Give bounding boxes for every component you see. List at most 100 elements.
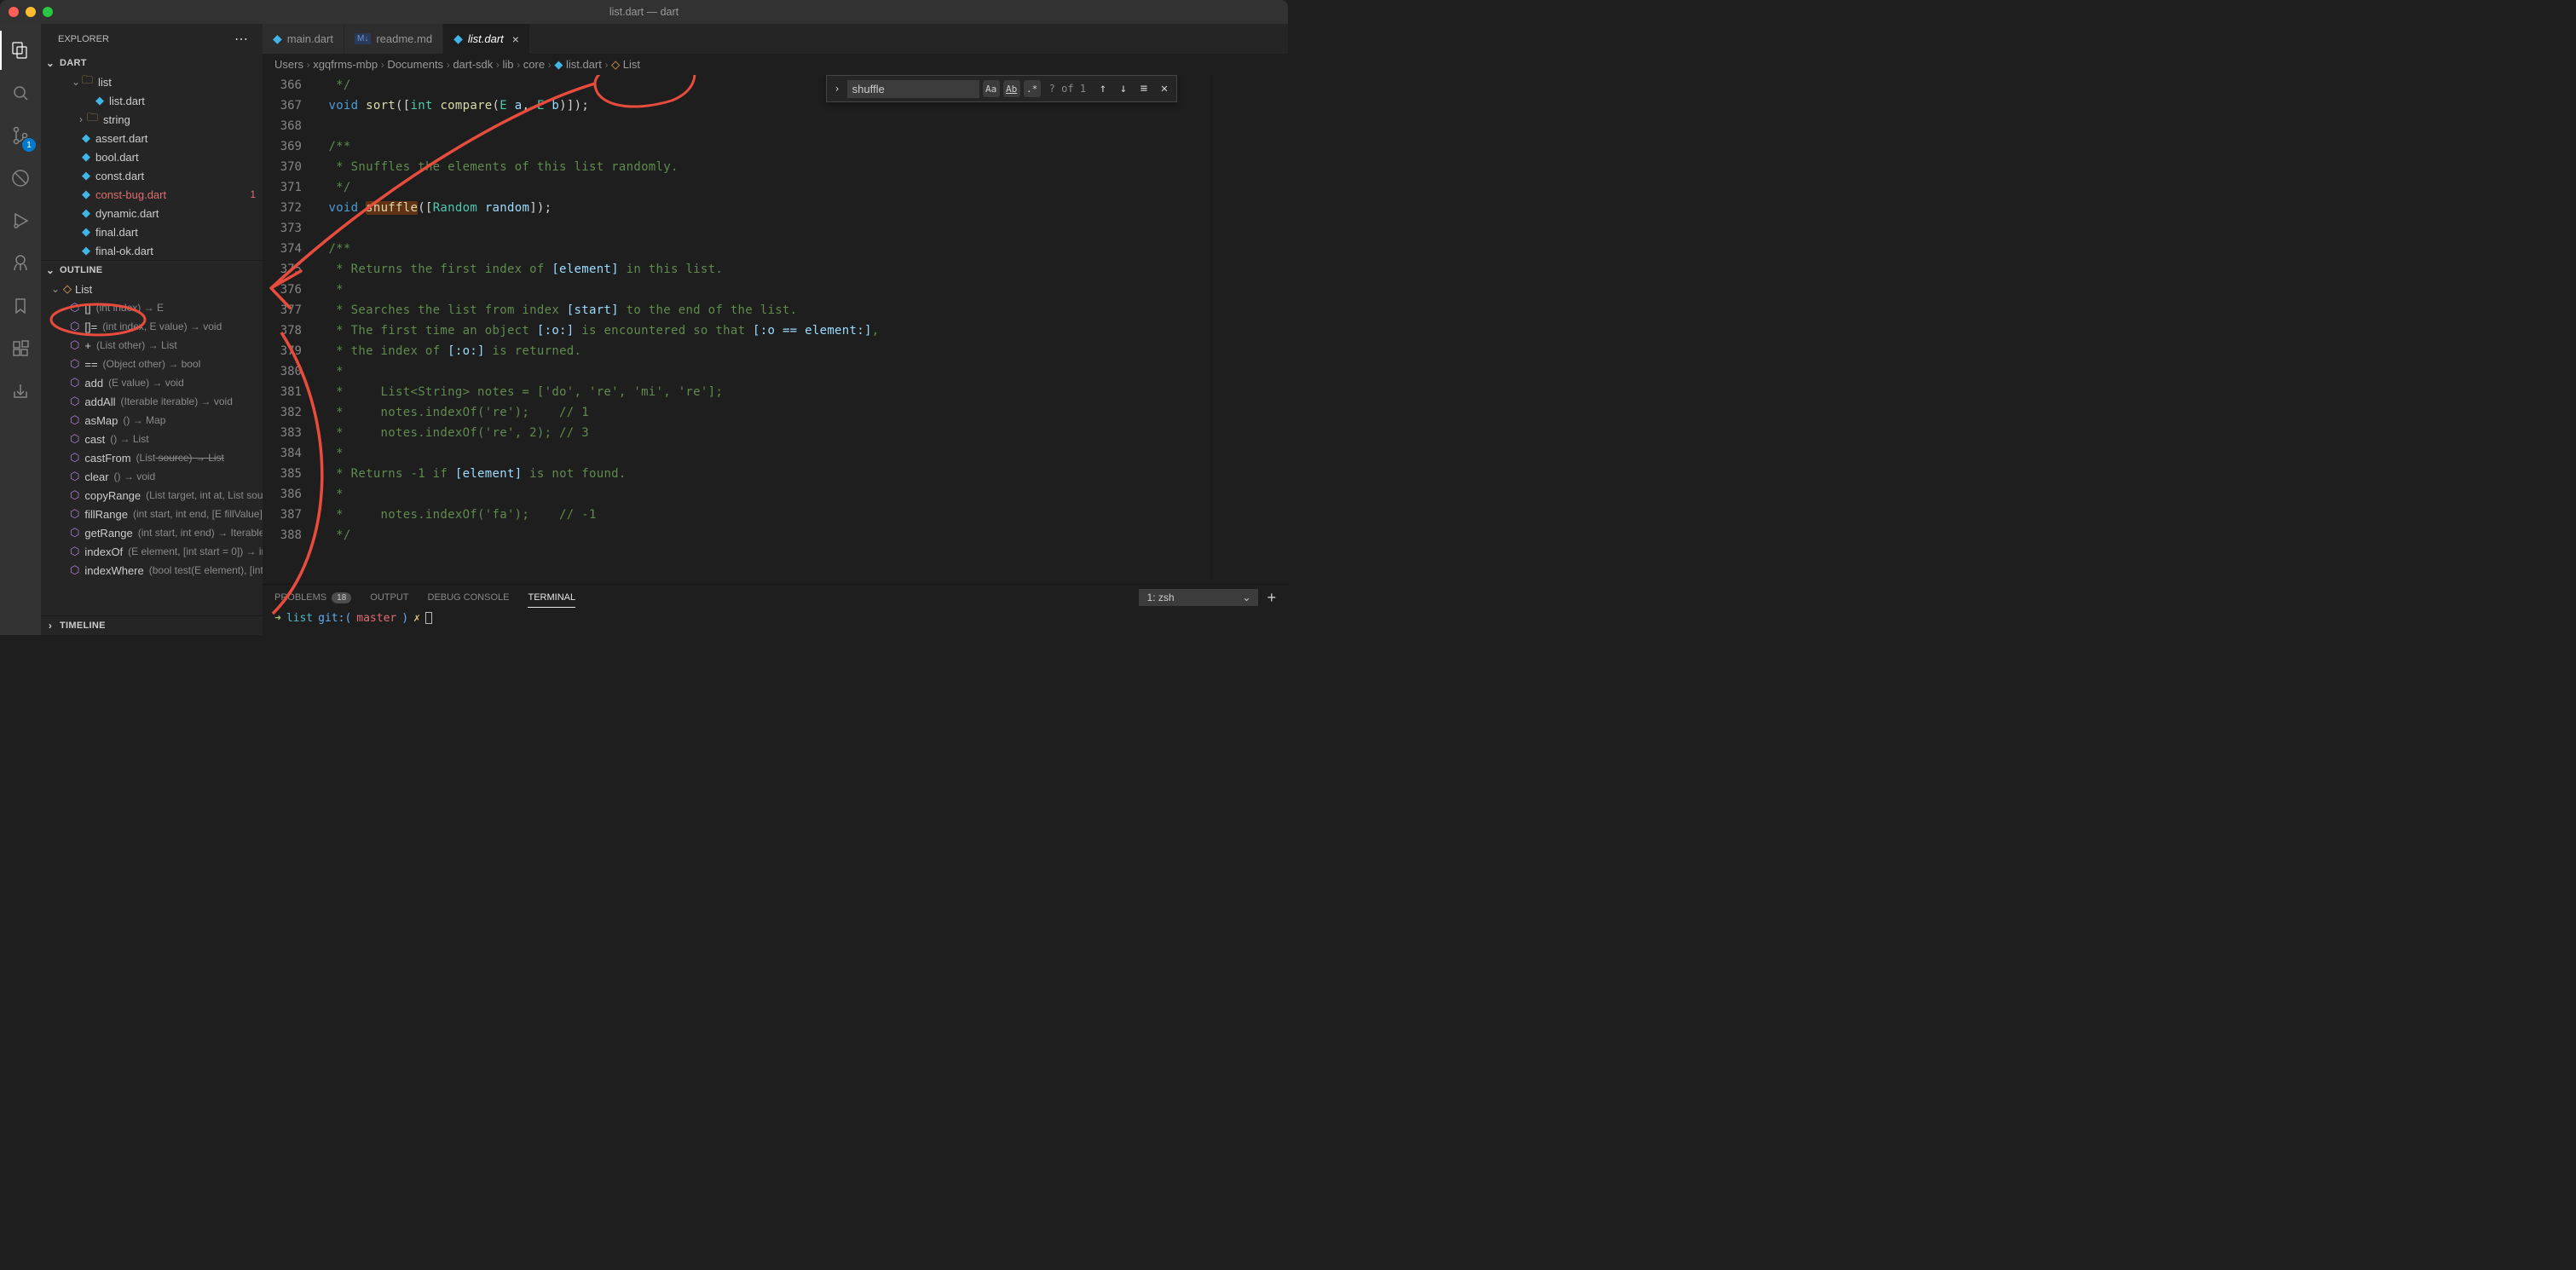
tree-activity-icon[interactable] <box>0 244 41 283</box>
dart-file-icon: ◆ <box>82 169 90 182</box>
explorer-activity-icon[interactable] <box>0 31 41 70</box>
terminal-content[interactable]: ➜ list git:(master) ✗ <box>263 610 1288 626</box>
find-expand-icon[interactable]: › <box>830 83 843 95</box>
file-item[interactable]: ◆final.dart <box>41 222 263 241</box>
breadcrumb-item[interactable]: List <box>623 58 640 71</box>
outline-item[interactable]: ⬡asMap() → Map <box>41 411 263 430</box>
breadcrumb-item[interactable]: Documents <box>387 58 443 71</box>
file-item[interactable]: ◆assert.dart <box>41 129 263 147</box>
folder-item[interactable]: ›🗀string <box>41 110 263 129</box>
chevron-down-icon: ⌄ <box>44 264 56 276</box>
prompt-git-close: ) <box>401 612 408 625</box>
close-tab-icon[interactable]: × <box>512 32 519 46</box>
editor-tab[interactable]: M↓readme.md <box>344 24 443 54</box>
file-label: assert.dart <box>95 132 147 145</box>
outline-item[interactable]: ⬡copyRange(List target, int at, List sou… <box>41 486 263 505</box>
outline-item[interactable]: ⬡add(E value) → void <box>41 373 263 392</box>
find-selection-icon[interactable]: ≡ <box>1135 82 1152 95</box>
find-widget: › Aa Ab .* ? of 1 ↑ ↓ ≡ ✕ <box>826 75 1177 102</box>
file-label: bool.dart <box>95 151 139 164</box>
breadcrumbs[interactable]: Users › xgqfrms-mbp › Documents › dart-s… <box>263 54 1288 75</box>
file-item[interactable]: ◆bool.dart <box>41 147 263 166</box>
line-number-gutter: 3663673683693703713723733743753763773783… <box>263 75 314 584</box>
minimap[interactable] <box>1211 75 1288 584</box>
outline-section-header[interactable]: ⌄ OUTLINE <box>41 261 263 280</box>
regex-icon[interactable]: .* <box>1024 80 1041 97</box>
file-item[interactable]: ◆ const.dart <box>41 166 263 185</box>
breadcrumb-item[interactable]: dart-sdk <box>453 58 493 71</box>
sidebar-more-icon[interactable]: ⋯ <box>234 31 249 48</box>
search-activity-icon[interactable] <box>0 73 41 113</box>
method-icon: ⬡ <box>70 470 79 483</box>
import-activity-icon[interactable] <box>0 372 41 411</box>
breadcrumb-item[interactable]: Users <box>274 58 303 71</box>
add-terminal-icon[interactable]: + <box>1267 589 1276 607</box>
outline-item-sig: () → List <box>110 433 148 445</box>
tab-label: list.dart <box>468 32 504 45</box>
match-whole-word-icon[interactable]: Ab <box>1003 80 1020 97</box>
find-close-icon[interactable]: ✕ <box>1156 82 1173 95</box>
outline-item[interactable]: ⬡indexWhere(bool test(E element), [int s… <box>41 561 263 580</box>
outline-item[interactable]: ⬡[]= (int index, E value) → void <box>41 317 263 336</box>
explorer-label: EXPLORER <box>58 34 109 44</box>
outline-item-sig: () → void <box>114 470 156 482</box>
breadcrumb-item[interactable]: core <box>523 58 545 71</box>
outline-item[interactable]: ⬡fillRange(int start, int end, [E fillVa… <box>41 505 263 523</box>
outline-item[interactable]: ⬡castFrom(List source) → List <box>41 448 263 467</box>
outline-item[interactable]: ⬡==(Object other) → bool <box>41 355 263 373</box>
title-bar: list.dart — dart <box>0 0 1288 24</box>
find-prev-icon[interactable]: ↑ <box>1095 82 1112 95</box>
find-input[interactable] <box>847 80 979 98</box>
code-content[interactable]: */ void sort([int compare(E a, E b)]); /… <box>314 75 1211 584</box>
chevron-down-icon: ⌄ <box>70 76 82 88</box>
timeline-section-header[interactable]: › TIMELINE <box>41 616 263 635</box>
prompt-branch: master <box>356 612 396 625</box>
file-item[interactable]: ◆const-bug.dart1 <box>41 185 263 204</box>
breadcrumb-item[interactable]: list.dart <box>566 58 602 71</box>
run-debug-activity-icon[interactable] <box>0 201 41 240</box>
outline-item-name: fillRange <box>84 508 128 521</box>
outline-item[interactable]: ⬡cast() → List <box>41 430 263 448</box>
file-label: const.dart <box>95 170 144 182</box>
bookmark-activity-icon[interactable] <box>0 286 41 326</box>
file-label: dynamic.dart <box>95 207 159 220</box>
dart-file-icon: ◆ <box>554 58 566 71</box>
panel-tab[interactable]: TERMINAL <box>528 592 575 603</box>
outline-class-row[interactable]: ⌄ ◇ List <box>41 280 263 298</box>
tabs-bar: ◆main.dartM↓readme.md◆list.dart× <box>263 24 1288 54</box>
project-section-header[interactable]: ⌄ DART <box>41 54 263 72</box>
outline-item[interactable]: ⬡getRange(int start, int end) → Iterable <box>41 523 263 542</box>
file-item[interactable]: ◆list.dart <box>41 91 263 110</box>
panel-tab[interactable]: PROBLEMS18 <box>274 592 351 603</box>
code-editor[interactable]: 3663673683693703713723733743753763773783… <box>263 75 1288 584</box>
outline-item-name: asMap <box>84 414 118 427</box>
outline-item[interactable]: ⬡[](int index) → E <box>41 298 263 317</box>
prompt-git-label: git:( <box>318 612 351 625</box>
panel-tab-label: TERMINAL <box>528 592 575 603</box>
breadcrumb-item[interactable]: xgqfrms-mbp <box>313 58 378 71</box>
folder-icon: 🗀 <box>87 110 98 129</box>
source-control-activity-icon[interactable]: 1 <box>0 116 41 155</box>
terminal-selector[interactable]: 1: zsh ⌄ <box>1139 589 1258 606</box>
folder-list[interactable]: ⌄ 🗀 list <box>41 72 263 91</box>
file-item[interactable]: ◆final-ok.dart <box>41 241 263 260</box>
outline-item-name: cast <box>84 433 105 446</box>
method-icon: ⬡ <box>70 507 79 521</box>
panel-tab[interactable]: OUTPUT <box>370 592 408 603</box>
outline-item[interactable]: ⬡indexOf(E element, [int start = 0]) → i… <box>41 542 263 561</box>
editor-tab[interactable]: ◆main.dart <box>263 24 344 54</box>
extensions-activity-icon[interactable] <box>0 329 41 368</box>
outline-item[interactable]: ⬡addAll(Iterable iterable) → void <box>41 392 263 411</box>
outline-item[interactable]: ⬡+(List other) → List <box>41 336 263 355</box>
panel-tab[interactable]: DEBUG CONSOLE <box>428 592 510 603</box>
editor-tab[interactable]: ◆list.dart× <box>443 24 530 54</box>
find-next-icon[interactable]: ↓ <box>1115 82 1132 95</box>
outline-item-sig: (E value) → void <box>108 377 184 389</box>
no-debug-icon[interactable] <box>0 159 41 198</box>
prompt-arrow-icon: ➜ <box>274 612 281 625</box>
outline-item[interactable]: ⬡clear() → void <box>41 467 263 486</box>
file-item[interactable]: ◆dynamic.dart <box>41 204 263 222</box>
file-label: string <box>103 113 130 126</box>
breadcrumb-item[interactable]: lib <box>503 58 514 71</box>
match-case-icon[interactable]: Aa <box>983 80 1000 97</box>
